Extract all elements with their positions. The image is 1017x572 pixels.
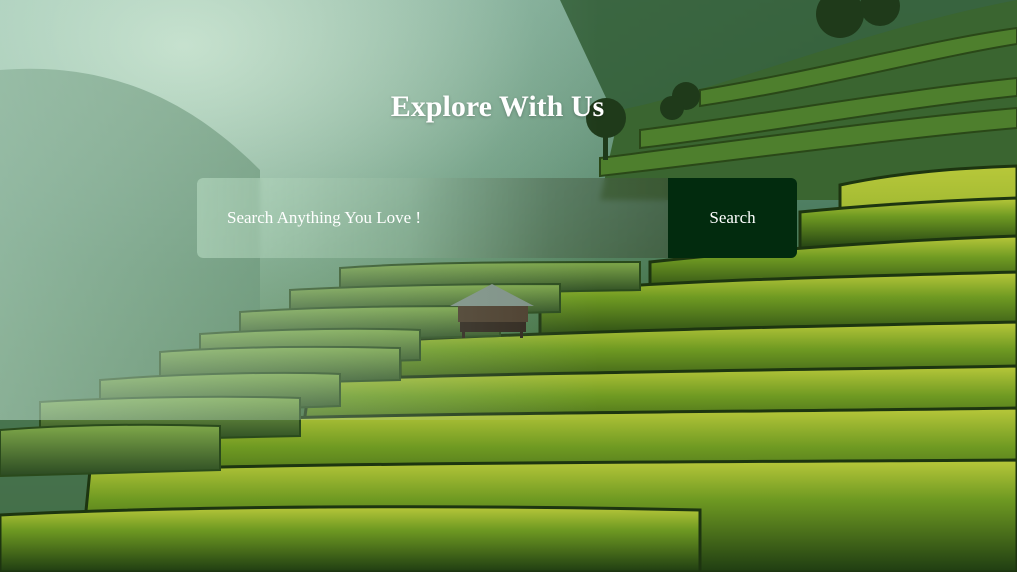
page-title: Explore With Us — [390, 90, 605, 123]
search-input[interactable] — [197, 178, 668, 258]
search-bar: Search — [197, 178, 797, 258]
rice-terraces-background-image — [0, 0, 1017, 572]
search-button[interactable]: Search — [668, 178, 797, 258]
hero-section: Explore With Us Search — [0, 0, 1017, 572]
